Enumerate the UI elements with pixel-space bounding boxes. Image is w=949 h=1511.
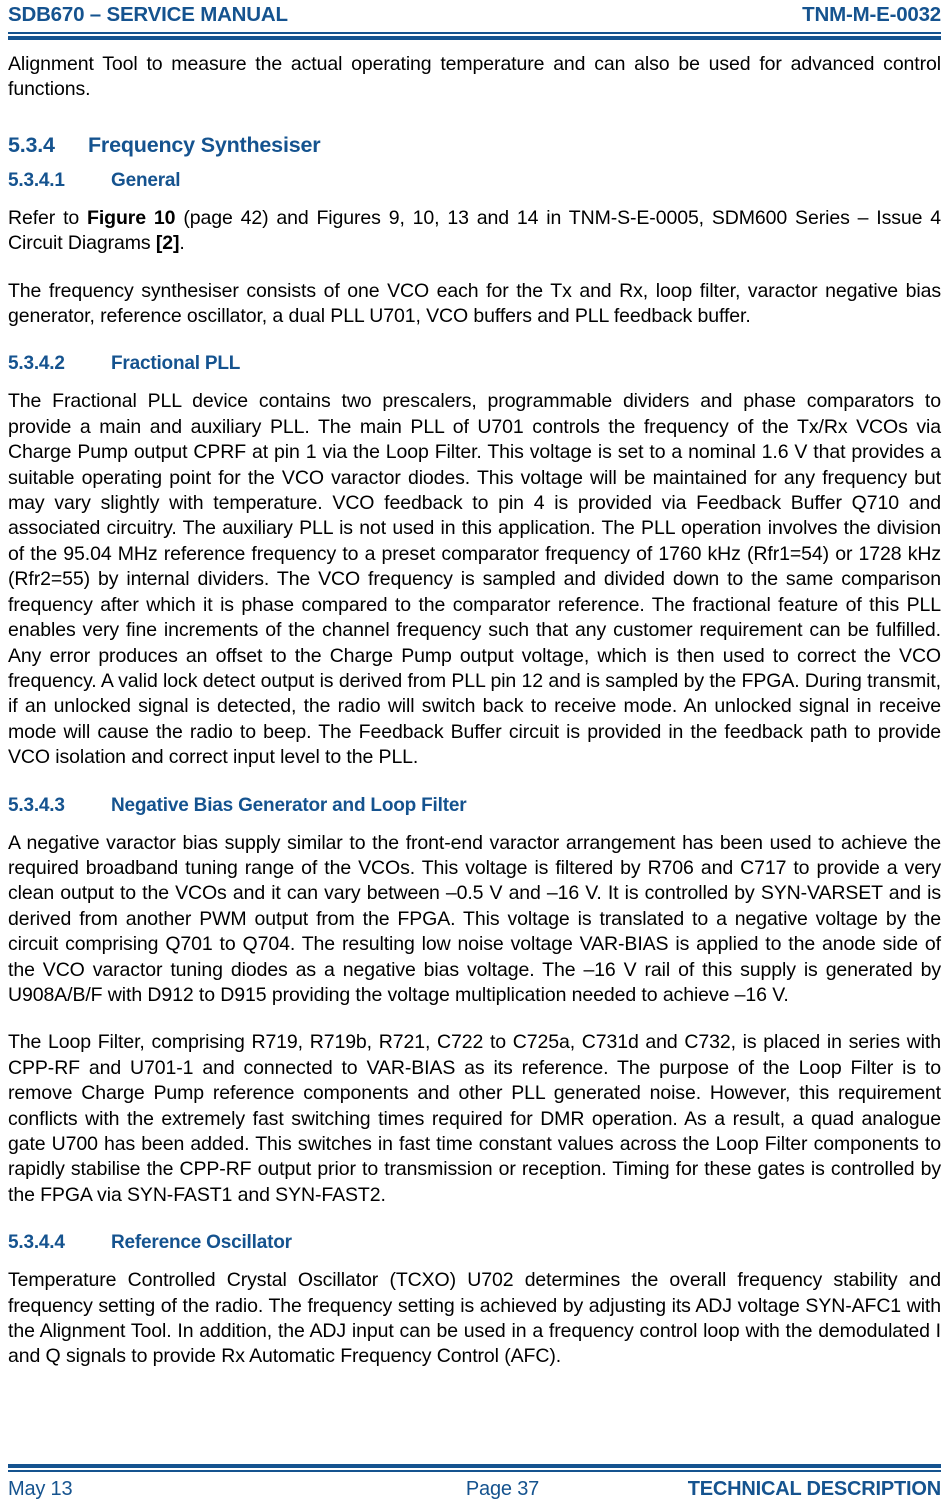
ref-citation-bold: [2] (155, 232, 180, 255)
heading-5-3-4-title: Frequency Synthesiser (88, 132, 321, 157)
heading-5-3-4-3-number: 5.3.4.3 (8, 794, 65, 816)
heading-5-3-4-4-title: Reference Oscillator (111, 1232, 292, 1254)
heading-5-3-4-3-title: Negative Bias Generator and Loop Filter (111, 794, 467, 816)
footer-rule-thin (8, 1470, 941, 1472)
page-footer: May 13 Page 37 TECHNICAL DESCRIPTION (8, 1478, 941, 1501)
heading-5-3-4-2: 5.3.4.2 Fractional PLL (8, 353, 941, 375)
footer-page-number: Page 37 (465, 1478, 540, 1500)
header-document-code: TNM-M-E-0032 (802, 3, 941, 26)
paragraph-reference-oscillator: Temperature Controlled Crystal Oscillato… (8, 1269, 941, 1368)
document-page: SDB670 – SERVICE MANUAL TNM-M-E-0032 Ali… (0, 0, 949, 1511)
paragraph-loop-filter: The Loop Filter, comprising R719, R719b,… (8, 1031, 941, 1206)
heading-5-3-4-4: 5.3.4.4 Reference Oscillator (8, 1232, 941, 1254)
heading-5-3-4-3: 5.3.4.3 Negative Bias Generator and Loop… (8, 795, 941, 817)
heading-spacer (8, 125, 941, 133)
paragraph-negative-bias: A negative varactor bias supply similar … (8, 831, 941, 1006)
heading-5-3-4-1: 5.3.4.1 General (8, 170, 941, 192)
ref-text-post: . (179, 232, 185, 255)
heading-5-3-4-number: 5.3.4 (8, 132, 55, 157)
heading-5-3-4-4-number: 5.3.4.4 (8, 1232, 65, 1254)
ref-figure-bold: Figure 10 (87, 206, 176, 229)
paragraph-synthesiser-overview: The frequency synthesiser consists of on… (8, 279, 941, 328)
footer-divider (8, 1464, 941, 1472)
heading-5-3-4-1-number: 5.3.4.1 (8, 169, 65, 191)
paragraph-fractional-pll: The Fractional PLL device contains two p… (8, 390, 941, 769)
page-footer-wrap: May 13 Page 37 TECHNICAL DESCRIPTION (8, 1464, 941, 1501)
heading-5-3-4: 5.3.4 Frequency Synthesiser (8, 133, 941, 158)
heading-5-3-4-2-number: 5.3.4.2 (8, 353, 65, 375)
page-header: SDB670 – SERVICE MANUAL TNM-M-E-0032 (8, 0, 941, 29)
heading-5-3-4-1-title: General (111, 169, 181, 191)
ref-text-pre: Refer to (8, 206, 88, 229)
page-content: Alignment Tool to measure the actual ope… (8, 40, 941, 1370)
intro-paragraph: Alignment Tool to measure the actual ope… (8, 53, 941, 101)
footer-date: May 13 (8, 1478, 73, 1500)
header-document-title: SDB670 – SERVICE MANUAL (8, 3, 288, 26)
footer-section-label: TECHNICAL DESCRIPTION (687, 1478, 941, 1500)
header-divider (8, 32, 941, 40)
heading-5-3-4-2-title: Fractional PLL (111, 353, 241, 375)
paragraph-general-reference: Refer to Figure 10 (page 42) and Figures… (8, 206, 941, 257)
